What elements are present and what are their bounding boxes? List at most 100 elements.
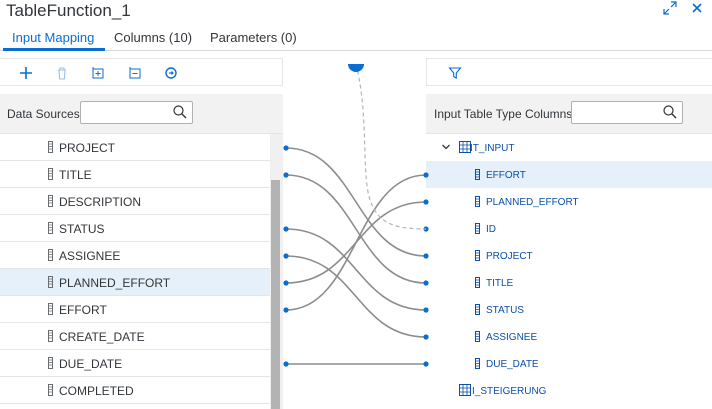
mapping-wire[interactable] (285, 174, 427, 284)
column-icon (475, 250, 480, 261)
source-anchor-dot[interactable] (283, 226, 289, 232)
search-icon[interactable] (172, 104, 188, 120)
group-label: I_STEIGERUNG (472, 386, 547, 397)
tab-columns[interactable]: Columns (10) (114, 30, 192, 45)
column-icon (48, 222, 53, 234)
source-row-label: ASSIGNEE (59, 249, 121, 263)
source-row-label: PROJECT (59, 141, 116, 155)
column-icon (475, 169, 480, 180)
column-icon (48, 384, 53, 396)
column-icon (475, 196, 480, 207)
tab-parameters[interactable]: Parameters (0) (210, 30, 297, 45)
source-row-assignee[interactable]: ASSIGNEE (0, 242, 270, 269)
target-row-label: STATUS (486, 305, 524, 316)
source-row-label: PLANNED_EFFORT (59, 276, 171, 290)
search-icon[interactable] (662, 104, 678, 120)
source-row-label: DESCRIPTION (59, 195, 142, 209)
target-row-project[interactable]: PROJECT (426, 242, 712, 269)
input-table-label: Input Table Type Columns (434, 107, 573, 121)
source-row-planned-effort[interactable]: PLANNED_EFFORT (0, 269, 270, 296)
drag-connector-dashed (355, 63, 427, 230)
target-row-id[interactable]: ID (426, 215, 712, 242)
expand-icon[interactable] (662, 0, 678, 16)
target-row-label: ASSIGNEE (486, 332, 538, 343)
target-row-label: TITLE (486, 278, 514, 289)
data-sources-search[interactable] (80, 101, 193, 124)
target-row-label: PLANNED_EFFORT (486, 197, 579, 208)
mapping-wire[interactable] (285, 201, 427, 284)
data-sources-label: Data Sources (7, 107, 80, 121)
table-function-editor: TableFunction_1 Input Mapping Columns (1… (0, 0, 712, 409)
source-row-label: COMPLETED (59, 384, 134, 398)
mapping-wire[interactable] (285, 228, 427, 311)
data-sources-search-input[interactable] (81, 102, 168, 123)
input-table-list: IT_INPUT EFFORT PLANNED_EFFORT ID PROJEC… (426, 134, 712, 409)
column-icon (48, 141, 53, 153)
group-label: IT_INPUT (470, 143, 515, 154)
source-anchor-dot[interactable] (283, 307, 289, 313)
refresh-icon[interactable] (162, 64, 180, 82)
source-anchor-dot[interactable] (283, 280, 289, 286)
filter-icon[interactable] (446, 64, 464, 82)
data-sources-list: PROJECT TITLE DESCRIPTION STATUS ASSIGNE… (0, 134, 270, 409)
source-row-label: STATUS (59, 222, 105, 236)
scrollbar-thumb[interactable] (271, 180, 280, 409)
source-row-project[interactable]: PROJECT (0, 134, 270, 161)
column-icon (475, 358, 480, 369)
tab-bar: Input Mapping Columns (10) Parameters (0… (0, 24, 712, 51)
add-icon[interactable] (17, 64, 35, 82)
source-row-label: TITLE (59, 168, 92, 182)
target-row-assignee[interactable]: ASSIGNEE (426, 323, 712, 350)
source-row-label: EFFORT (59, 303, 107, 317)
column-icon (475, 223, 480, 234)
column-icon (475, 304, 480, 315)
table-type-icon (459, 384, 471, 399)
mapping-wire[interactable] (285, 174, 427, 311)
column-icon (475, 277, 480, 288)
source-row-due-date[interactable]: DUE_DATE (0, 350, 270, 377)
source-anchor-dot[interactable] (283, 361, 289, 367)
mapping-wires (283, 145, 429, 367)
group-row-it-input[interactable]: IT_INPUT (426, 134, 712, 161)
input-table-search-input[interactable] (572, 102, 658, 123)
data-sources-header: Data Sources (0, 94, 283, 134)
mapping-wire[interactable] (285, 147, 427, 257)
source-row-label: CREATE_DATE (59, 330, 145, 344)
tab-input-mapping[interactable]: Input Mapping (12, 30, 94, 45)
source-row-create-date[interactable]: CREATE_DATE (0, 323, 270, 350)
source-row-completed[interactable]: COMPLETED (0, 377, 270, 404)
column-icon (48, 249, 53, 261)
target-row-due-date[interactable]: DUE_DATE (426, 350, 712, 377)
source-row-effort[interactable]: EFFORT (0, 296, 270, 323)
column-icon (48, 276, 53, 288)
target-row-effort[interactable]: EFFORT (426, 161, 712, 188)
drag-handle-icon[interactable] (348, 64, 364, 72)
column-icon (48, 330, 53, 342)
remove-column-icon[interactable] (126, 64, 144, 82)
target-row-status[interactable]: STATUS (426, 296, 712, 323)
group-row-i-steigerung[interactable]: I_STEIGERUNG (426, 377, 712, 404)
target-row-label: PROJECT (486, 251, 533, 262)
source-row-description[interactable]: DESCRIPTION (0, 188, 270, 215)
target-toolbar (426, 58, 712, 86)
source-row-status[interactable]: STATUS (0, 215, 270, 242)
target-row-label: EFFORT (486, 170, 526, 181)
delete-icon[interactable] (53, 64, 71, 82)
target-row-label: DUE_DATE (486, 359, 539, 370)
target-row-label: ID (486, 224, 496, 235)
source-anchor-dot[interactable] (283, 172, 289, 178)
target-row-planned-effort[interactable]: PLANNED_EFFORT (426, 188, 712, 215)
column-icon (48, 357, 53, 369)
source-row-title[interactable]: TITLE (0, 161, 270, 188)
source-anchor-dot[interactable] (283, 145, 289, 151)
input-table-search[interactable] (571, 101, 683, 124)
input-table-header: Input Table Type Columns (426, 94, 712, 134)
close-icon[interactable] (689, 0, 705, 16)
add-column-icon[interactable] (89, 64, 107, 82)
target-row-title[interactable]: TITLE (426, 269, 712, 296)
chevron-down-icon[interactable] (441, 142, 451, 155)
mapping-wire[interactable] (285, 255, 427, 338)
column-icon (48, 195, 53, 207)
source-anchor-dot[interactable] (283, 253, 289, 259)
source-row-label: DUE_DATE (59, 357, 123, 371)
